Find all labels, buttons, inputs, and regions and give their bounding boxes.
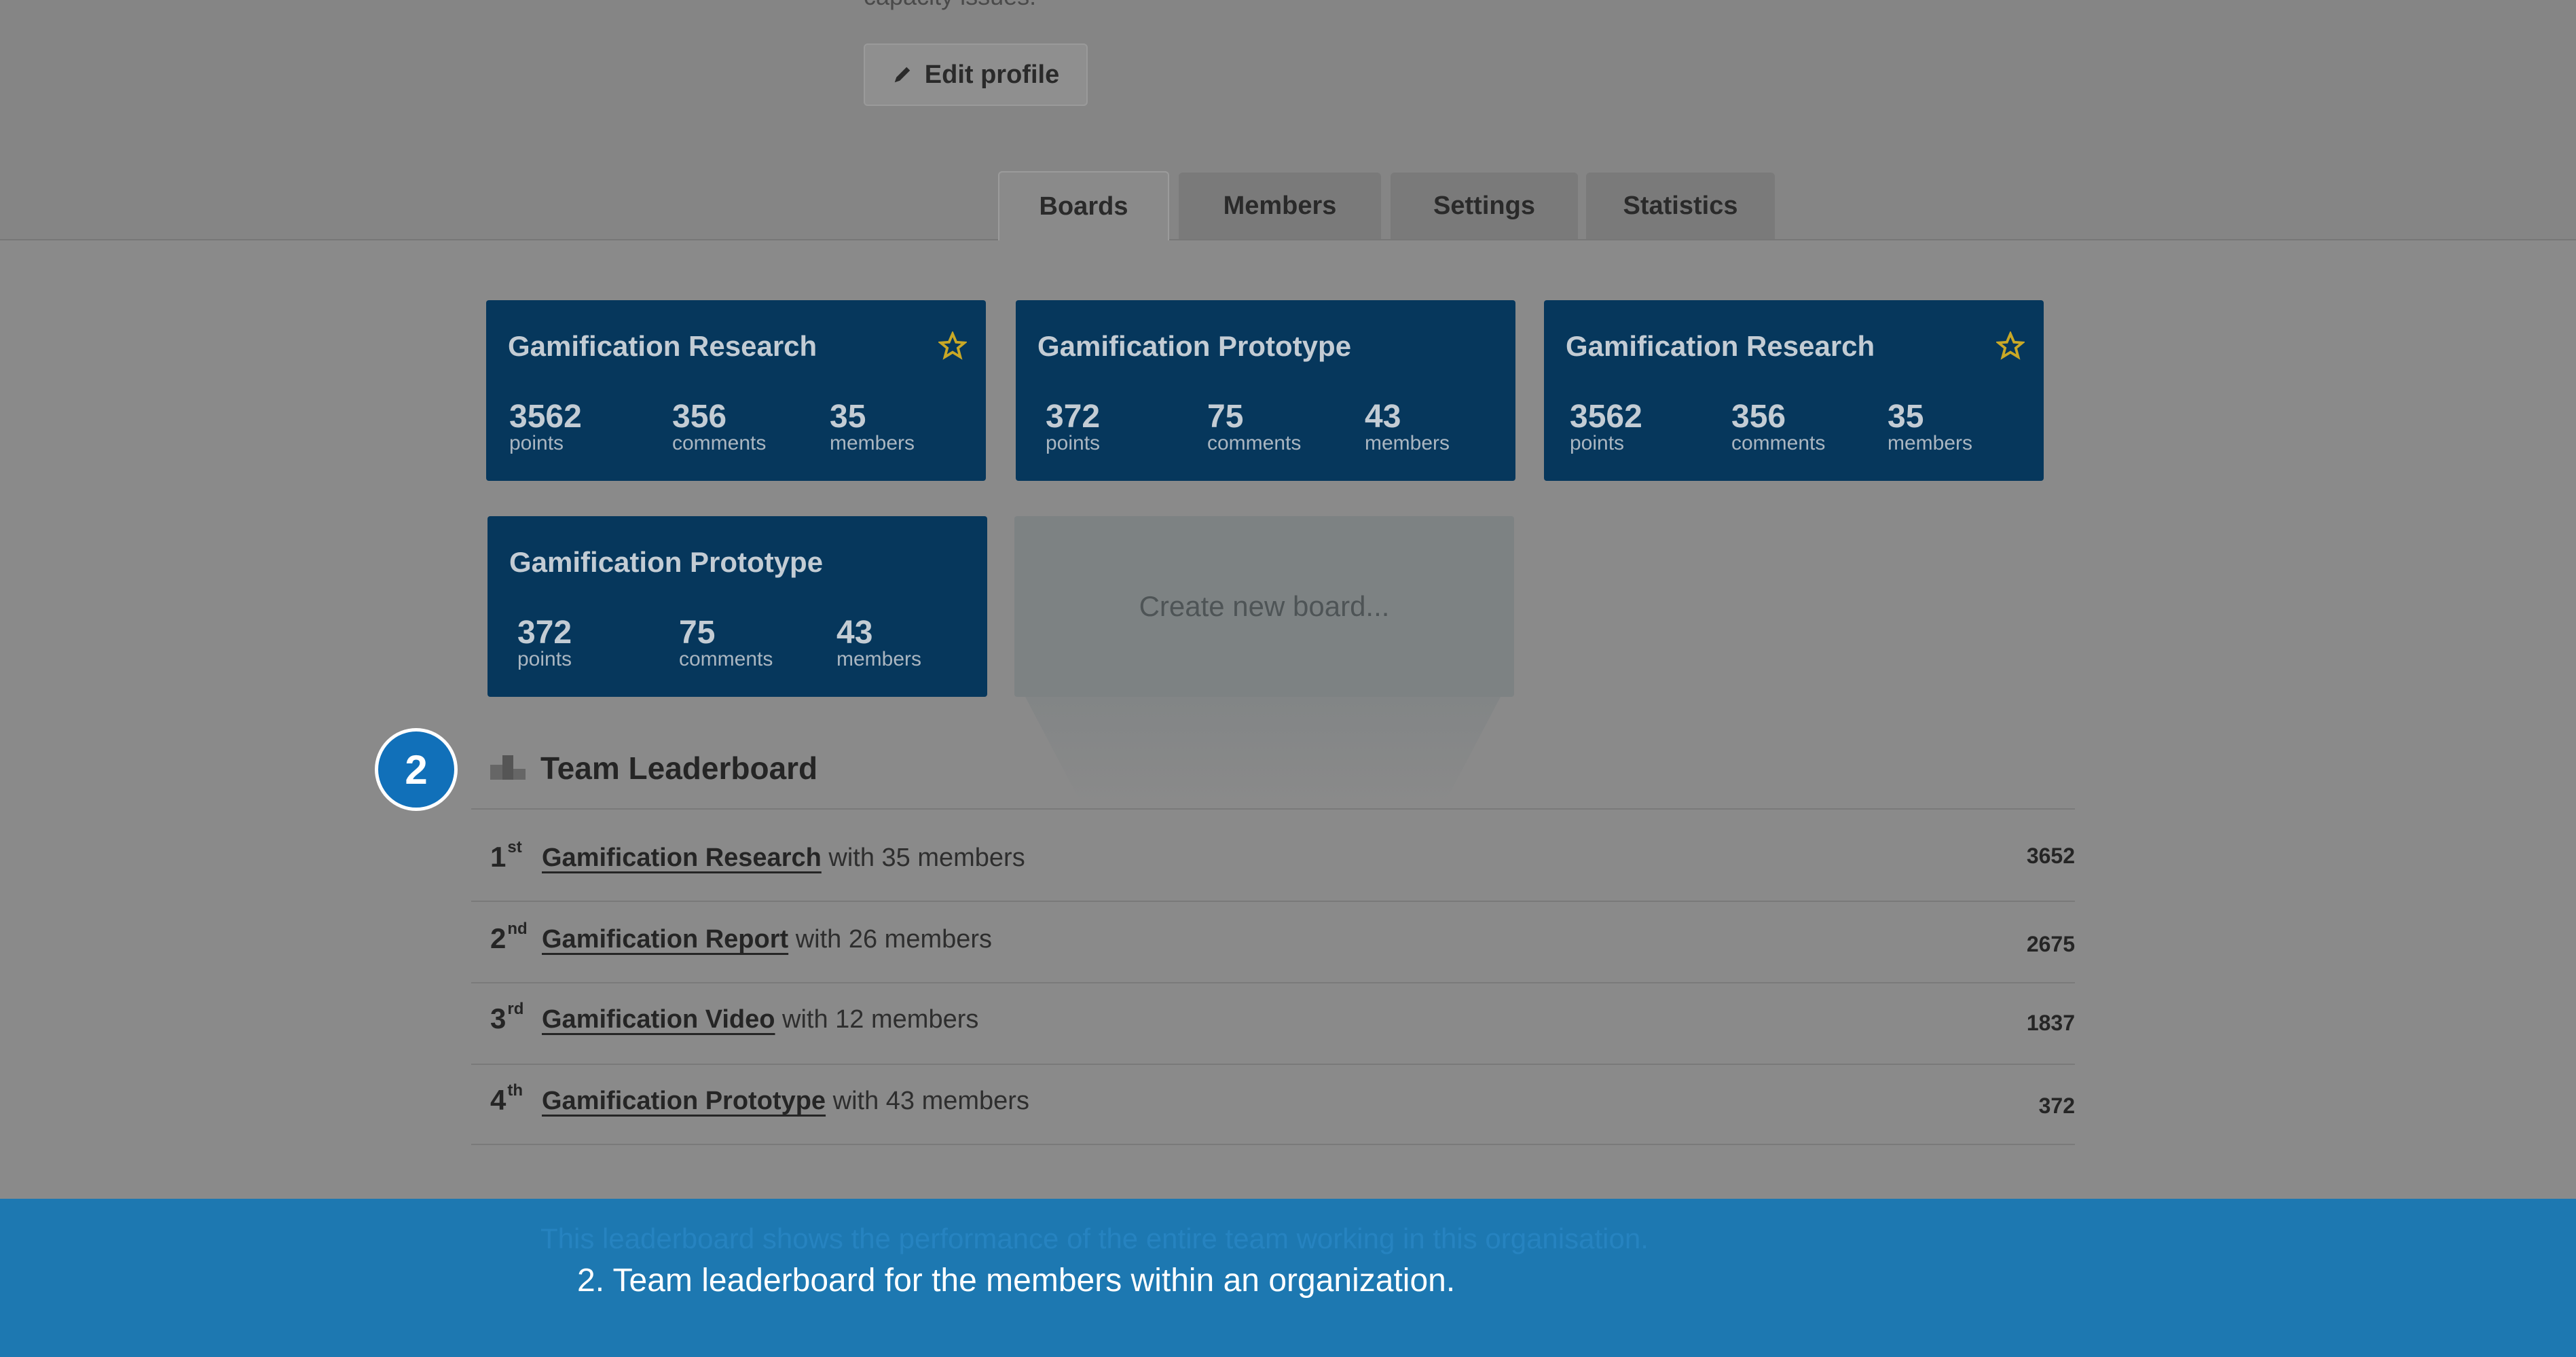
leaderboard-entry: Gamification Report with 26 members [542, 925, 992, 954]
points-label: points [1570, 432, 1625, 454]
board-members: 35 members [830, 401, 915, 454]
star-icon[interactable] [1996, 331, 2025, 360]
edit-profile-button[interactable]: Edit profile [864, 43, 1088, 106]
members-value: 43 [1365, 399, 1401, 435]
points-label: points [1046, 432, 1101, 454]
members-label: members [830, 432, 915, 454]
divider [471, 808, 2075, 810]
board-comments: 356 comments [672, 401, 766, 454]
board-title: Gamification Research [508, 330, 817, 362]
points-value: 3562 [1570, 399, 1642, 435]
rank-suffix: th [507, 1081, 523, 1100]
divider [471, 1144, 2075, 1145]
comments-value: 356 [672, 399, 727, 435]
tab-statistics-label: Statistics [1623, 191, 1738, 220]
comments-label: comments [679, 648, 773, 670]
board-points: 372 points [517, 617, 572, 670]
create-board-shadow [1025, 697, 1501, 806]
board-comments: 75 comments [1207, 401, 1301, 454]
board-comments: 75 comments [679, 617, 773, 670]
team-detail: with 35 members [821, 844, 1025, 872]
members-label: members [1365, 432, 1450, 454]
board-points: 3562 points [509, 401, 582, 454]
members-value: 35 [830, 399, 866, 435]
leaderboard-entry: Gamification Research with 35 members [542, 844, 1025, 873]
divider [471, 982, 2075, 983]
board-members: 35 members [1888, 401, 1972, 454]
team-detail: with 43 members [826, 1087, 1029, 1115]
board-points: 372 points [1046, 401, 1100, 454]
step-badge: 2 [375, 728, 458, 811]
profile-description: capacity issues. [864, 0, 1036, 11]
tab-statistics[interactable]: Statistics [1586, 173, 1775, 239]
pencil-icon [894, 67, 910, 83]
leaderboard-entry: Gamification Prototype with 43 members [542, 1087, 1029, 1116]
rank-number: 1 [490, 841, 507, 873]
podium-icon [490, 755, 526, 780]
tab-members[interactable]: Members [1179, 173, 1381, 239]
comments-label: comments [1731, 432, 1826, 454]
tab-members-label: Members [1223, 191, 1337, 220]
leaderboard-entry: Gamification Video with 12 members [542, 1005, 978, 1034]
edit-profile-label: Edit profile [924, 60, 1060, 89]
team-link[interactable]: Gamification Video [542, 1005, 775, 1034]
tab-boards[interactable]: Boards [998, 171, 1169, 240]
create-board-label: Create new board... [1139, 590, 1390, 622]
board-card[interactable]: Gamification Research 3562 points 356 comm… [486, 300, 986, 481]
create-board-button[interactable]: Create new board... [1014, 516, 1514, 697]
members-label: members [1888, 432, 1973, 454]
team-detail: with 12 members [775, 1005, 979, 1034]
rank-suffix: nd [507, 920, 528, 938]
board-members: 43 members [1365, 401, 1450, 454]
team-score: 1837 [2026, 1011, 2075, 1035]
rank-number: 3 [490, 1002, 507, 1034]
board-comments: 356 comments [1731, 401, 1825, 454]
members-value: 43 [836, 615, 873, 651]
comments-value: 356 [1731, 399, 1786, 435]
rank: 3rd [490, 1000, 524, 1035]
board-points: 3562 points [1570, 401, 1642, 454]
rank: 4th [490, 1081, 523, 1117]
members-label: members [836, 648, 922, 670]
caption-text: 2. Team leaderboard for the members with… [577, 1263, 1456, 1299]
divider [471, 1064, 2075, 1065]
team-link[interactable]: Gamification Research [542, 844, 822, 872]
comments-label: comments [1207, 432, 1302, 454]
leaderboard-description: This leaderboard shows the performance o… [540, 1223, 1649, 1254]
comments-value: 75 [1207, 399, 1244, 435]
tab-settings[interactable]: Settings [1391, 173, 1578, 239]
board-title: Gamification Prototype [509, 546, 824, 578]
team-score: 3652 [2026, 844, 2075, 868]
comments-label: comments [672, 432, 767, 454]
team-score: 2675 [2026, 932, 2075, 956]
tab-settings-label: Settings [1433, 191, 1535, 220]
star-icon[interactable] [938, 331, 967, 360]
board-title: Gamification Prototype [1037, 330, 1352, 362]
tab-boards-label: Boards [1039, 192, 1128, 221]
team-link[interactable]: Gamification Prototype [542, 1087, 826, 1115]
rank: 1st [490, 838, 522, 873]
rank-number: 2 [490, 922, 507, 954]
board-card[interactable]: Gamification Prototype 372 points 75 comme… [1016, 300, 1515, 481]
board-card[interactable]: Gamification Research 3562 points 356 comm… [1544, 300, 2044, 481]
board-card[interactable]: Gamification Prototype 372 points 75 comme… [487, 516, 987, 697]
rank-suffix: st [507, 838, 522, 856]
comments-value: 75 [679, 615, 716, 651]
team-detail: with 26 members [788, 925, 993, 954]
points-value: 372 [517, 615, 572, 651]
divider [471, 901, 2075, 902]
rank: 2nd [490, 920, 528, 955]
points-label: points [517, 648, 572, 670]
team-score: 372 [2038, 1093, 2075, 1118]
points-label: points [509, 432, 564, 454]
leaderboard-title: Team Leaderboard [540, 750, 818, 786]
members-value: 35 [1888, 399, 1924, 435]
board-members: 43 members [836, 617, 921, 670]
board-title: Gamification Research [1566, 330, 1875, 362]
points-value: 372 [1046, 399, 1101, 435]
rank-number: 4 [490, 1084, 507, 1116]
rank-suffix: rd [507, 1000, 524, 1018]
points-value: 3562 [509, 399, 582, 435]
team-link[interactable]: Gamification Report [542, 925, 788, 954]
